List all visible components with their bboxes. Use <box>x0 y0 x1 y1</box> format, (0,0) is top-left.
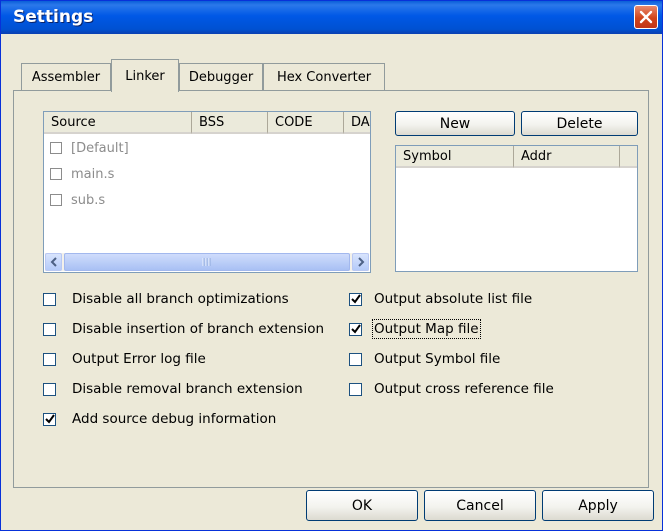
scroll-right-icon <box>357 257 364 267</box>
column-header-bss[interactable]: BSS <box>192 112 268 134</box>
option-label: Output absolute list file <box>374 291 533 307</box>
option-output-symbol-file[interactable]: Output Symbol file <box>349 349 500 369</box>
checkbox[interactable] <box>349 382 362 396</box>
option-label: Output cross reference file <box>374 381 554 397</box>
list-item[interactable]: [Default] <box>50 138 129 158</box>
checkmark-icon <box>350 324 361 334</box>
tab-label: Linker <box>125 68 165 84</box>
checkbox[interactable] <box>349 292 362 306</box>
checkbox[interactable] <box>349 352 362 366</box>
column-header-source[interactable]: Source <box>44 112 192 134</box>
tab-debugger[interactable]: Debugger <box>179 63 263 91</box>
row-checkbox[interactable] <box>50 194 62 206</box>
ok-button[interactable]: OK <box>306 490 418 521</box>
option-disable-branch-optimizations[interactable]: Disable all branch optimizations <box>43 289 289 309</box>
column-header-code[interactable]: CODE <box>268 112 344 134</box>
option-output-error-log[interactable]: Output Error log file <box>43 349 206 369</box>
tab-label: Hex Converter <box>276 70 372 85</box>
option-disable-branch-extension-insertion[interactable]: Disable insertion of branch extension <box>43 319 324 339</box>
checkbox[interactable] <box>349 322 362 336</box>
tab-linker[interactable]: Linker <box>111 59 179 92</box>
option-label: Output Symbol file <box>374 351 501 367</box>
close-button[interactable] <box>634 5 658 29</box>
scroll-left-button[interactable] <box>45 253 62 271</box>
column-header-addr[interactable]: Addr <box>514 146 620 168</box>
row-checkbox[interactable] <box>50 168 62 180</box>
scroll-left-icon <box>50 257 57 267</box>
close-icon <box>639 10 653 24</box>
list-item[interactable]: main.s <box>50 164 114 184</box>
list-item[interactable]: sub.s <box>50 190 105 210</box>
checkmark-icon <box>350 294 361 304</box>
option-label: Output Map file <box>372 319 481 339</box>
row-label: sub.s <box>71 192 106 208</box>
button-label: Apply <box>578 497 618 514</box>
option-output-absolute-list[interactable]: Output absolute list file <box>349 289 532 309</box>
option-label: Disable all branch optimizations <box>72 291 289 307</box>
checkbox[interactable] <box>43 382 56 396</box>
checkbox[interactable] <box>43 322 56 336</box>
settings-dialog: Settings Assembler Linker Debugger Hex C… <box>0 0 663 531</box>
tab-label: Assembler <box>31 70 101 85</box>
option-disable-removal-branch-extension[interactable]: Disable removal branch extension <box>43 379 303 399</box>
tab-assembler[interactable]: Assembler <box>21 63 111 91</box>
button-label: OK <box>351 497 373 514</box>
delete-symbol-button[interactable]: Delete <box>521 111 638 136</box>
checkbox[interactable] <box>43 352 56 366</box>
button-label: Delete <box>556 115 603 132</box>
option-output-cross-reference[interactable]: Output cross reference file <box>349 379 554 399</box>
button-label: New <box>439 115 471 132</box>
tab-hex-converter[interactable]: Hex Converter <box>263 63 385 91</box>
option-add-source-debug-info[interactable]: Add source debug information <box>43 409 276 429</box>
column-header-data[interactable]: DA <box>344 112 370 134</box>
horizontal-scrollbar[interactable] <box>45 253 369 271</box>
title-bar[interactable]: Settings <box>1 1 662 34</box>
tab-label: Debugger <box>188 70 254 85</box>
row-label: main.s <box>71 166 115 182</box>
row-label: [Default] <box>71 140 129 156</box>
column-header-symbol[interactable]: Symbol <box>396 146 514 168</box>
grip-icon <box>202 258 211 266</box>
option-label: Output Error log file <box>72 351 206 367</box>
option-label: Disable removal branch extension <box>72 381 303 397</box>
apply-button[interactable]: Apply <box>542 490 654 521</box>
scroll-thumb[interactable] <box>64 253 350 271</box>
option-label: Disable insertion of branch extension <box>72 321 325 337</box>
checkbox[interactable] <box>43 412 56 426</box>
symbol-list[interactable]: Symbol Addr <box>395 145 638 272</box>
window-title: Settings <box>13 7 94 27</box>
option-label: Add source debug information <box>72 411 277 427</box>
new-symbol-button[interactable]: New <box>395 111 515 136</box>
scroll-right-button[interactable] <box>352 253 369 271</box>
source-list[interactable]: Source BSS CODE DA [Default] main.s sub.… <box>43 111 371 273</box>
row-checkbox[interactable] <box>50 142 62 154</box>
option-output-map-file[interactable]: Output Map file <box>349 319 481 339</box>
checkbox[interactable] <box>43 292 56 306</box>
column-header-empty <box>620 146 637 168</box>
cancel-button[interactable]: Cancel <box>424 490 536 521</box>
button-label: Cancel <box>456 497 504 514</box>
checkmark-icon <box>44 414 55 424</box>
